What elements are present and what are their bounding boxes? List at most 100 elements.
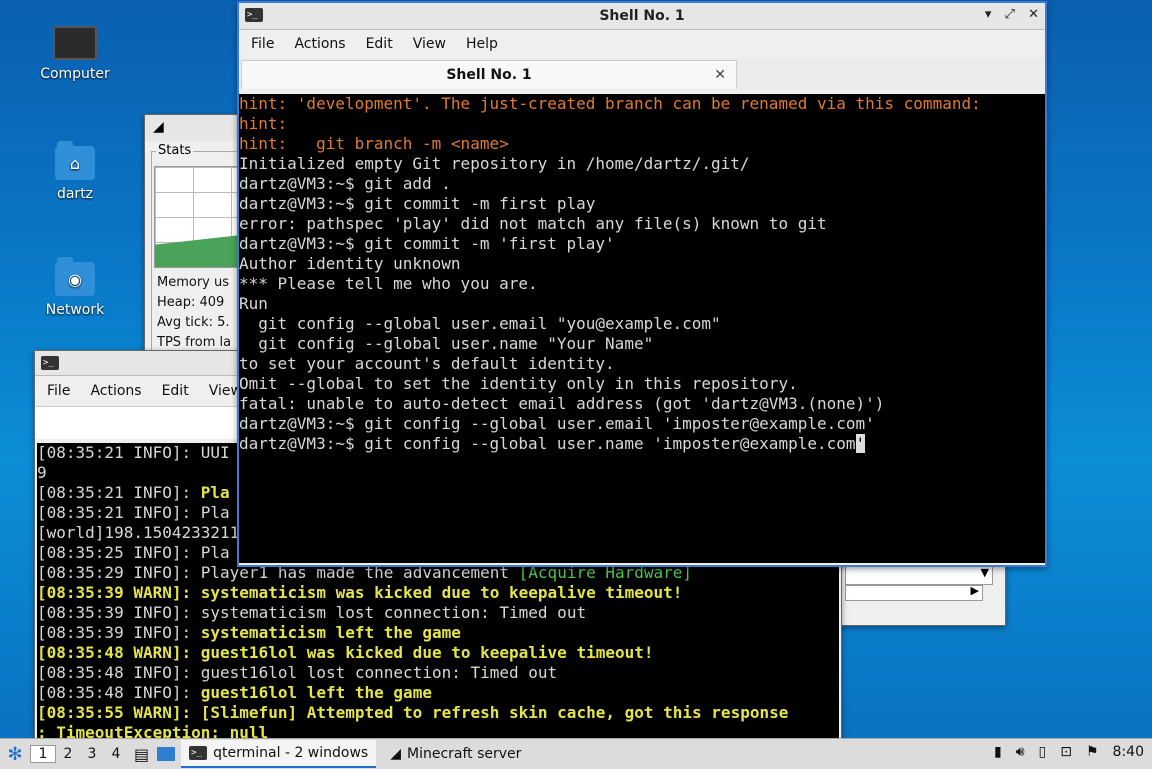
log-prefix: [08:35:39 INFO]:: [37, 623, 201, 642]
terminal-line: Omit --global to set the identity only i…: [239, 374, 798, 393]
desktop-icon-label: Network: [45, 302, 105, 318]
log-text: [08:35:48 WARN]: guest16lol was kicked d…: [37, 643, 654, 662]
volume-icon[interactable]: 🔊︎: [1016, 744, 1025, 760]
memory-graph: [154, 166, 242, 268]
log-prefix: [08:35:21 INFO]:: [37, 483, 201, 502]
log-text: Pla: [200, 503, 230, 522]
workspace-1[interactable]: 1: [30, 745, 56, 763]
terminal-line: error: pathspec 'play' did not match any…: [239, 214, 827, 233]
log-prefix: [08:35:29 INFO]:: [37, 563, 201, 582]
file-manager-icon[interactable]: ▤: [134, 745, 149, 764]
menu-edit[interactable]: Edit: [152, 383, 199, 399]
minecraft-app-icon: ◢: [153, 119, 164, 135]
task-minecraft-server[interactable]: ◢ Minecraft server: [382, 741, 529, 767]
network-icon[interactable]: ⊡: [1060, 744, 1072, 760]
computer-icon: [53, 26, 97, 60]
log-text: systematicism lost connection: Timed out: [200, 603, 587, 622]
log-prefix: [08:35:48 INFO]:: [37, 663, 201, 682]
stats-group-label: Stats: [156, 143, 194, 158]
window-controls: ▾ ⤢ ✕: [976, 7, 1039, 22]
text-cursor: ': [855, 434, 866, 453]
log-prefix: [08:35:21 INFO]:: [37, 503, 201, 522]
shell-terminal-output[interactable]: hint: 'development'. The just-created br…: [239, 94, 1045, 563]
menu-actions[interactable]: Actions: [284, 36, 355, 52]
minecraft-app-icon: ◢: [390, 746, 401, 762]
clipboard-icon[interactable]: ▯: [1039, 744, 1047, 760]
log-text: Pla: [200, 483, 230, 502]
start-menu-icon[interactable]: ✻: [0, 744, 30, 765]
log-text: [world]198.1504233211: [37, 523, 240, 542]
terminal-line: git config --global user.name "Your Name…: [239, 334, 654, 353]
log-text: systematicism left the game: [200, 623, 461, 642]
shell-menubar: File Actions Edit View Help: [239, 30, 1045, 58]
stat-line: Heap: 409: [157, 295, 225, 310]
log-prefix: [08:35:39 INFO]:: [37, 603, 201, 622]
workspace-2[interactable]: 2: [56, 746, 80, 762]
terminal-icon: >_: [41, 356, 59, 370]
terminal-line: Initialized empty Git repository in /hom…: [239, 154, 750, 173]
notification-icon[interactable]: ⚑: [1086, 744, 1099, 760]
terminal-line: hint: git branch -m <name>: [239, 134, 509, 153]
log-text: [08:35:39 WARN]: systematicism was kicke…: [37, 583, 683, 602]
maximize-icon[interactable]: ⤢: [1005, 7, 1015, 22]
stats-lines: Memory us Heap: 409 Avg tick: 5. TPS fro…: [157, 273, 231, 353]
menu-view[interactable]: View: [403, 36, 456, 52]
log-line: [08:35:48 INFO]: guest16lol left the gam…: [37, 683, 839, 703]
close-icon[interactable]: ✕: [1028, 7, 1039, 22]
log-prefix: [08:35:25 INFO]:: [37, 543, 201, 562]
menu-file[interactable]: File: [241, 36, 284, 52]
terminal-line: to set your account's default identity.: [239, 354, 615, 373]
desktop-icon-label: Computer: [40, 66, 110, 82]
network-folder-icon: ◉: [55, 257, 95, 296]
menu-edit[interactable]: Edit: [356, 36, 403, 52]
task-label: Minecraft server: [407, 746, 522, 762]
terminal-line: hint:: [239, 114, 288, 133]
usb-icon[interactable]: ▮: [994, 744, 1002, 760]
log-text: [08:35:55 WARN]: [Slimefun] Attempted to…: [37, 703, 789, 722]
log-line: [08:35:55 WARN]: [Slimefun] Attempted to…: [37, 703, 839, 723]
shell-window[interactable]: >_ Shell No. 1 ▾ ⤢ ✕ File Actions Edit V…: [237, 1, 1047, 567]
shell-titlebar[interactable]: >_ Shell No. 1 ▾ ⤢ ✕: [239, 3, 1045, 30]
terminal-line: Run: [239, 294, 268, 313]
tab-shell-1[interactable]: Shell No. 1 ✕: [241, 60, 737, 89]
log-line: : TimeoutException: null: [37, 723, 839, 739]
desktop-icon-label: dartz: [56, 186, 94, 202]
log-line: [08:35:39 INFO]: systematicism lost conn…: [37, 603, 839, 623]
clock[interactable]: 8:40: [1113, 744, 1144, 760]
log-text: 9: [37, 463, 47, 482]
log-line: [08:35:48 INFO]: guest16lol lost connect…: [37, 663, 839, 683]
taskbar: ✻ 1 2 3 4 ▤ >_ qterminal - 2 windows ◢ M…: [0, 738, 1152, 769]
terminal-line: dartz@VM3:~$ git commit -m 'first play': [239, 234, 615, 253]
chevron-right-icon: ▶: [970, 584, 979, 597]
task-qterminal[interactable]: >_ qterminal - 2 windows: [181, 740, 377, 768]
terminal-line: Author identity unknown: [239, 254, 461, 273]
workspace-3[interactable]: 3: [80, 746, 104, 762]
desktop-icon-network[interactable]: ◉ Network: [30, 257, 120, 318]
minimize-icon[interactable]: ▾: [985, 7, 992, 22]
stats-horizontal-scrollbar[interactable]: ▶: [845, 584, 983, 601]
log-text: Pla: [200, 543, 230, 562]
home-folder-icon: ⌂: [55, 141, 95, 180]
workspace-4[interactable]: 4: [104, 746, 128, 762]
terminal-line: *** Please tell me who you are.: [239, 274, 538, 293]
show-desktop-icon[interactable]: [157, 747, 176, 761]
terminal-line: dartz@VM3:~$ git config --global user.na…: [239, 434, 866, 453]
terminal-line: git config --global user.email "you@exam…: [239, 314, 721, 333]
terminal-line: dartz@VM3:~$ git commit -m first play: [239, 194, 596, 213]
desktop-icon-home[interactable]: ⌂ dartz: [30, 141, 120, 202]
log-text: : TimeoutException: null: [37, 723, 269, 739]
window-title: Shell No. 1: [599, 8, 685, 24]
menu-actions[interactable]: Actions: [80, 383, 151, 399]
log-line: [08:35:39 INFO]: systematicism left the …: [37, 623, 839, 643]
close-tab-icon[interactable]: ✕: [714, 61, 726, 89]
desktop-icon-computer[interactable]: Computer: [30, 26, 120, 82]
menu-help[interactable]: Help: [456, 36, 508, 52]
menu-file[interactable]: File: [37, 383, 80, 399]
stats-dropdown[interactable]: ▼: [845, 565, 993, 585]
shell-tab-row: Shell No. 1 ✕: [239, 58, 1045, 90]
stat-line: Avg tick: 5.: [157, 315, 230, 330]
log-text: [08:35:21 INFO]: UUI: [37, 443, 230, 462]
log-text: guest16lol left the game: [200, 683, 432, 702]
terminal-line: hint: 'development'. The just-created br…: [239, 94, 981, 113]
terminal-line: dartz@VM3:~$ git config --global user.em…: [239, 414, 875, 433]
